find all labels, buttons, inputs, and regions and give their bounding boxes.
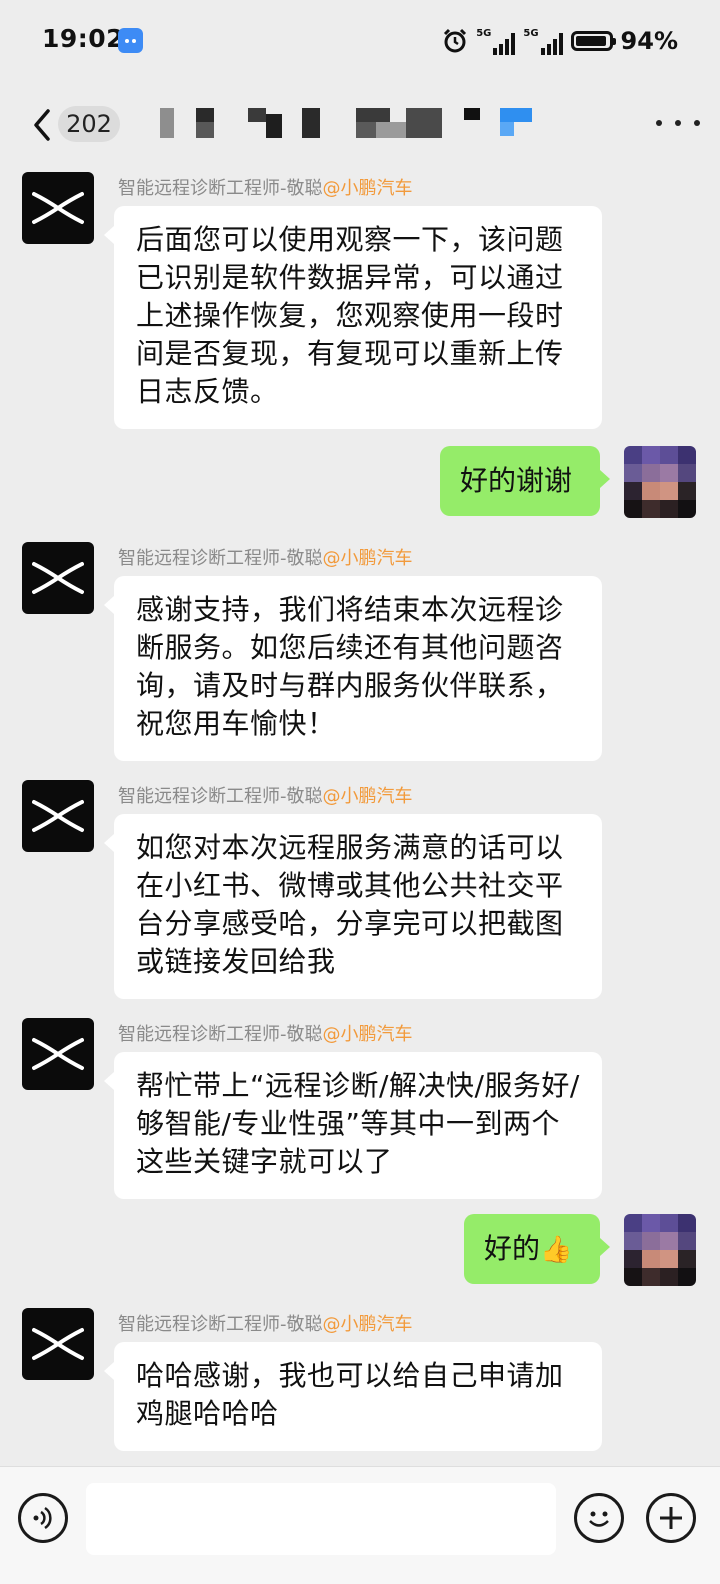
sender-name: 智能远程诊断工程师-敬聪@小鹏汽车 [118,1314,413,1335]
message-bubble[interactable]: 感谢支持，我们将结束本次远程诊断服务。如您后续还有其他问题咨询，请及时与群内服务… [104,576,602,761]
plus-icon[interactable] [646,1493,696,1543]
emoji-icon[interactable] [574,1493,624,1543]
message-bubble[interactable]: 好的👍 [464,1214,610,1284]
more-dots-icon[interactable] [656,116,700,130]
voice-icon[interactable] [18,1493,68,1543]
message-list[interactable]: 智能远程诊断工程师-敬聪@小鹏汽车 后面您可以使用观察一下，该问题已识别是软件数… [0,166,720,1466]
sender-name: 智能远程诊断工程师-敬聪@小鹏汽车 [118,548,413,569]
message-input[interactable] [86,1483,556,1555]
input-bar [0,1466,720,1584]
xpeng-logo-avatar[interactable] [22,1018,94,1090]
message-bubble[interactable]: 好的谢谢 [440,446,610,516]
message-bubble[interactable]: 帮忙带上“远程诊断/解决快/服务好/够智能/专业性强”等其中一到两个这些关键字就… [104,1052,602,1199]
status-bar: 19:02 5G 5G 94% [0,0,720,80]
user-avatar[interactable] [624,446,696,518]
app-notification-icon [118,28,143,53]
battery-level [575,36,606,46]
message-bubble[interactable]: 哈哈感谢，我也可以给自己申请加鸡腿哈哈哈 [104,1342,602,1451]
battery-icon [570,31,616,51]
xpeng-logo-avatar[interactable] [22,172,94,244]
sender-name: 智能远程诊断工程师-敬聪@小鹏汽车 [118,786,413,807]
alarm-icon [444,28,467,53]
xpeng-logo-avatar[interactable] [22,1308,94,1380]
status-time: 19:02 [42,24,125,53]
chat-title-redacted [160,104,540,144]
sender-name: 智能远程诊断工程师-敬聪@小鹏汽车 [118,178,413,199]
signal-icon: 5G [476,27,516,55]
chat-header: 202 [0,80,720,166]
battery-percent: 94% [620,27,678,55]
status-icons: 5G 5G 94% [442,26,678,56]
signal-icon: 5G [523,27,563,55]
user-avatar[interactable] [624,1214,696,1286]
message-bubble[interactable]: 后面您可以使用观察一下，该问题已识别是软件数据异常，可以通过上述操作恢复，您观察… [104,206,602,429]
xpeng-logo-avatar[interactable] [22,780,94,852]
unread-count-badge[interactable]: 202 [58,106,120,142]
thumbs-up-emoji-icon: 👍 [540,1235,573,1265]
xpeng-logo-avatar[interactable] [22,542,94,614]
message-bubble[interactable]: 如您对本次远程服务满意的话可以在小红书、微博或其他公共社交平台分享感受哈，分享完… [104,814,602,999]
sender-name: 智能远程诊断工程师-敬聪@小鹏汽车 [118,1024,413,1045]
